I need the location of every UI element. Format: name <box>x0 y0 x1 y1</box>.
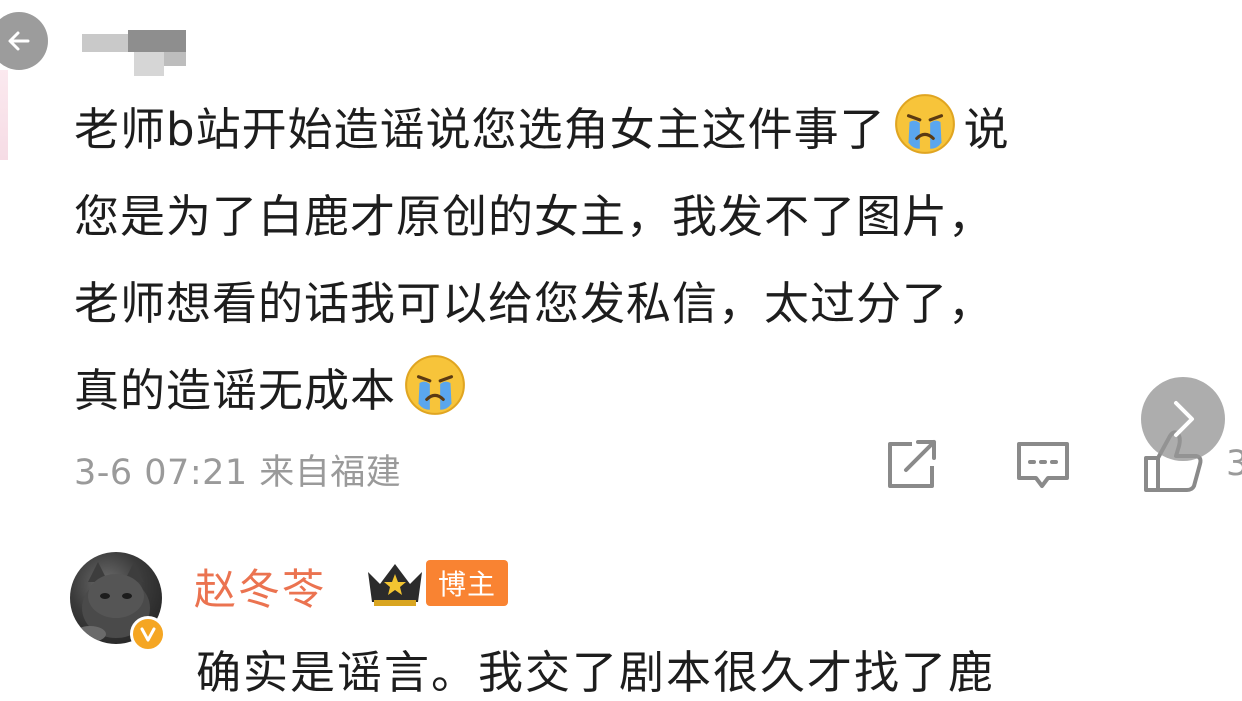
reply-text: 确实是谣言。我交了剧本很久才找了鹿 <box>196 646 996 699</box>
comment-line-1: 老师b站开始造谣说您选角女主这件事了 说 <box>74 86 1234 173</box>
comment-source: 来自福建 <box>259 453 402 493</box>
like-count: 3 <box>1226 444 1242 484</box>
check-v-icon <box>140 627 156 642</box>
crown-icon <box>368 564 422 606</box>
chevron-right-icon <box>1174 401 1194 437</box>
share-icon[interactable] <box>884 438 942 492</box>
comment-meta: 3-6 07:21 来自福建 <box>74 444 401 495</box>
reply-author-name[interactable]: 赵冬苓 <box>194 556 326 617</box>
crying-face-icon <box>894 94 955 154</box>
comment-icon[interactable] <box>1014 438 1072 496</box>
comment-timestamp: 3-6 07:21 <box>74 453 248 493</box>
comment-body: 老师b站开始造谣说您选角女主这件事了 说 您是为了白鹿才原创的女主，我发不了图片… <box>74 86 1234 434</box>
back-button[interactable] <box>0 12 48 70</box>
blogger-badge: 博主 <box>426 560 508 606</box>
left-edge-decoration <box>0 70 8 160</box>
blurred-username <box>82 28 186 78</box>
comment-line-2: 您是为了白鹿才原创的女主，我发不了图片， <box>74 190 995 243</box>
comment-line-3: 老师想看的话我可以给您发私信，太过分了， <box>74 277 995 330</box>
comment-line-4: 真的造谣无成本 <box>74 347 1234 434</box>
arrow-left-icon <box>8 31 30 51</box>
verified-badge-icon <box>130 616 166 652</box>
next-button[interactable] <box>1141 377 1225 461</box>
crying-face-icon <box>405 355 465 415</box>
